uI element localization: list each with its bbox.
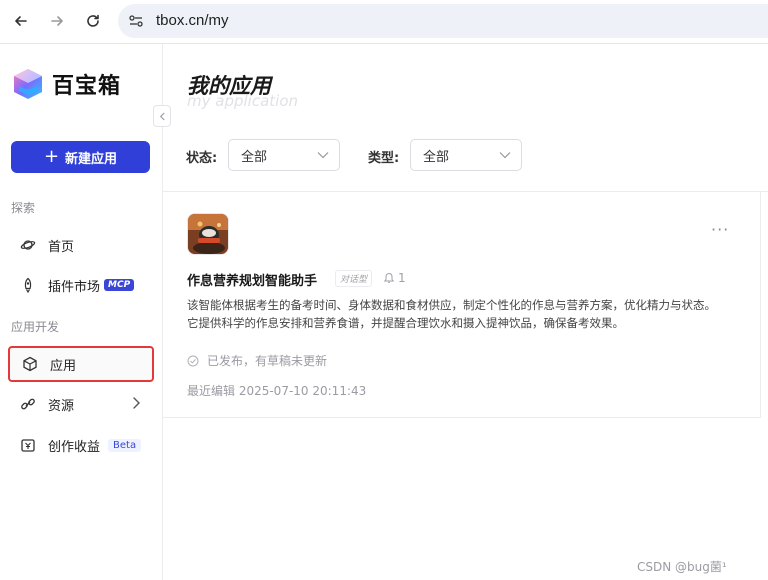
chevron-down-icon — [317, 152, 329, 159]
sidebar-item-home[interactable]: 首页 — [8, 227, 154, 263]
sidebar: 百宝箱 + 新建应用 探索 首页 插件市场 MCP 应用开发 应用 资源 创作收… — [0, 44, 163, 580]
app-likes: 1 — [383, 271, 406, 285]
app-name[interactable]: 作息营养规划智能助手 — [187, 270, 317, 289]
brand-name: 百宝箱 — [52, 74, 122, 99]
rocket-icon — [20, 277, 36, 293]
type-filter-select[interactable]: 全部 — [410, 139, 522, 171]
main-content: my application 我的应用 状态: 全部 类型: 全部 ··· 作息… — [163, 44, 768, 580]
likes-count: 1 — [398, 271, 406, 285]
chevron-down-icon — [499, 152, 511, 159]
app-card[interactable]: ··· 作息营养规划智能助手 对话型 1 该智能体根据考生的备考时间、身体数据和… — [163, 192, 761, 418]
address-bar[interactable]: tbox.cn/my — [118, 4, 768, 38]
group-label-explore: 探索 — [11, 201, 36, 215]
wallet-icon — [20, 437, 36, 453]
last-edited: 最近编辑 2025-07-10 20:11:43 — [187, 384, 367, 398]
group-label-dev: 应用开发 — [11, 320, 60, 334]
treasure-box-logo-icon — [14, 69, 42, 99]
type-filter-label: 类型: — [368, 151, 400, 166]
url-text[interactable]: tbox.cn/my — [156, 12, 229, 29]
back-button[interactable] — [8, 8, 34, 34]
app-description: 该智能体根据考生的备考时间、身体数据和食材供应，制定个性化的作息与营养方案，优化… — [187, 298, 716, 330]
sidebar-item-label: 插件市场 — [48, 279, 101, 295]
site-settings-icon[interactable] — [128, 13, 144, 29]
cube-icon — [22, 356, 38, 372]
new-app-label: 新建应用 — [65, 151, 118, 167]
sidebar-item-label: 首页 — [48, 239, 75, 255]
arrow-left-icon — [15, 16, 27, 26]
planet-icon — [20, 237, 36, 253]
status-filter-value: 全部 — [241, 149, 268, 165]
status-filter-label: 状态: — [186, 151, 218, 166]
new-app-button[interactable]: + 新建应用 — [11, 141, 150, 173]
page-title: 我的应用 — [187, 74, 271, 98]
type-filter-value: 全部 — [423, 149, 450, 165]
check-circle-icon — [187, 355, 199, 366]
sidebar-item-creator-earnings[interactable]: 创作收益 Beta — [8, 427, 154, 463]
more-options-button[interactable]: ··· — [711, 220, 729, 239]
publish-status: 已发布，有草稿未更新 — [187, 352, 327, 369]
status-filter-select[interactable]: 全部 — [228, 139, 340, 171]
plus-icon: + — [43, 146, 60, 167]
bell-icon — [383, 272, 395, 283]
beta-badge: Beta — [108, 438, 142, 452]
sidebar-item-apps[interactable]: 应用 — [8, 346, 154, 382]
sidebar-item-resources[interactable]: 资源 — [8, 386, 154, 422]
app-type-tag: 对话型 — [335, 270, 373, 287]
sidebar-item-label: 应用 — [50, 358, 77, 374]
collapse-sidebar-button[interactable] — [153, 105, 171, 127]
app-avatar — [187, 213, 229, 255]
chevron-left-icon — [159, 112, 165, 120]
reload-button[interactable] — [80, 8, 106, 34]
publish-status-text: 已发布，有草稿未更新 — [207, 354, 328, 368]
forward-button[interactable] — [44, 8, 70, 34]
sidebar-item-label: 资源 — [48, 398, 75, 414]
watermark: CSDN @bug菌¹ — [637, 560, 727, 574]
mcp-badge: MCP — [104, 279, 135, 291]
browser-toolbar: tbox.cn/my — [0, 0, 768, 44]
brand-logo[interactable]: 百宝箱 — [10, 64, 140, 104]
sidebar-item-plugin-market[interactable]: 插件市场 MCP — [8, 267, 154, 303]
arrow-right-icon — [51, 16, 63, 26]
link-icon — [20, 396, 36, 412]
reload-icon — [87, 14, 99, 27]
chevron-right-icon — [133, 397, 140, 409]
sidebar-item-label: 创作收益 — [48, 439, 101, 455]
